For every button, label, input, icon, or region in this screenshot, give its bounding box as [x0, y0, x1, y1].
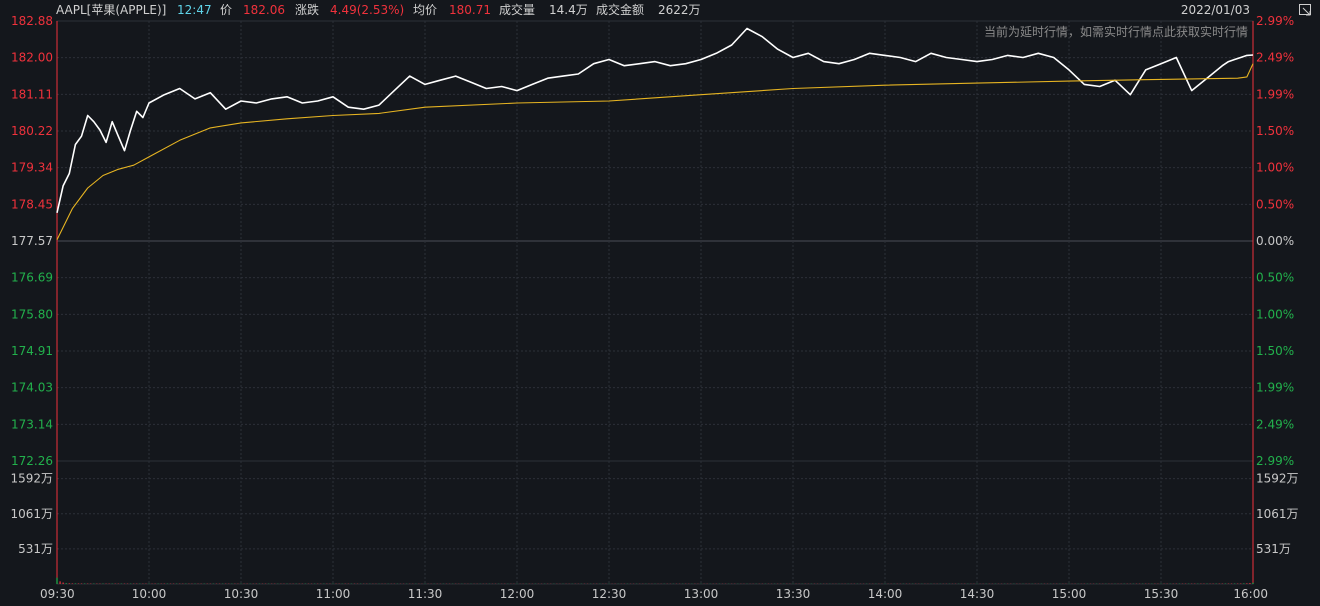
volume-tick-label-right: 1061万 — [1256, 507, 1299, 521]
x-tick-label: 12:30 — [592, 587, 627, 601]
chart-frame — [56, 20, 1254, 585]
y-tick-label-right: 2.49% — [1256, 51, 1294, 65]
y-tick-label-right: 0.00% — [1256, 234, 1294, 248]
x-tick-label: 10:30 — [224, 587, 259, 601]
y-tick-label-right: 2.99% — [1256, 454, 1294, 468]
y-tick-label-left: 182.88 — [11, 14, 53, 28]
price-line — [56, 27, 1254, 213]
intraday-chart: 182.88 2.99% 182.00 2.49% 181.11 1.99% 180.22 1… — [10, 14, 1298, 601]
y-tick-label-right: 2.49% — [1256, 417, 1294, 431]
volume-tick-label-left: 1061万 — [10, 507, 53, 521]
y-tick-label-left: 173.14 — [11, 417, 53, 431]
y-tick-label-left: 174.03 — [11, 381, 53, 395]
y-tick-label-right: 1.50% — [1256, 124, 1294, 138]
y-tick-label-left: 179.34 — [11, 161, 53, 175]
volume-tick-label-right: 1592万 — [1256, 472, 1299, 486]
y-tick-label-right: 1.00% — [1256, 307, 1294, 321]
volume-tick-label-left: 1592万 — [10, 472, 53, 486]
x-tick-label: 15:30 — [1144, 587, 1179, 601]
y-tick-label-right: 1.99% — [1256, 381, 1294, 395]
average-price-line — [56, 63, 1254, 241]
volume-tick-label-right: 531万 — [1256, 542, 1291, 556]
grid — [56, 20, 1254, 585]
x-tick-label: 15:00 — [1052, 587, 1087, 601]
x-tick-label: 16:00 — [1233, 587, 1268, 601]
x-tick-label: 13:00 — [684, 587, 719, 601]
x-tick-label: 14:30 — [960, 587, 995, 601]
y-tick-label-left: 178.45 — [11, 197, 53, 211]
y-tick-label-right: 1.50% — [1256, 344, 1294, 358]
y-tick-label-left: 174.91 — [11, 344, 53, 358]
y-tick-label-right: 1.00% — [1256, 161, 1294, 175]
y-tick-label-right: 2.99% — [1256, 14, 1294, 28]
volume-tick-label-left: 531万 — [18, 542, 53, 556]
y-tick-label-left: 177.57 — [11, 234, 53, 248]
y-tick-label-left: 182.00 — [11, 51, 53, 65]
y-tick-label-right: 1.99% — [1256, 87, 1294, 101]
y-tick-label-right: 0.50% — [1256, 271, 1294, 285]
x-tick-label: 10:00 — [132, 587, 167, 601]
y-tick-label-right: 0.50% — [1256, 197, 1294, 211]
y-tick-label-left: 172.26 — [11, 454, 53, 468]
x-tick-label: 11:00 — [316, 587, 351, 601]
y-tick-label-left: 180.22 — [11, 124, 53, 138]
y-tick-label-left: 176.69 — [11, 271, 53, 285]
x-tick-label: 14:00 — [868, 587, 903, 601]
x-tick-label: 13:30 — [776, 587, 811, 601]
x-tick-label: 11:30 — [408, 587, 443, 601]
volume-bars — [56, 577, 1254, 584]
axis-labels: 182.88 2.99% 182.00 2.49% 181.11 1.99% 180.22 1… — [10, 14, 1298, 601]
y-tick-label-left: 175.80 — [11, 307, 53, 321]
chart-lines — [56, 27, 1254, 241]
x-tick-label: 12:00 — [500, 587, 535, 601]
y-tick-label-left: 181.11 — [11, 87, 53, 101]
x-tick-label: 09:30 — [40, 587, 75, 601]
